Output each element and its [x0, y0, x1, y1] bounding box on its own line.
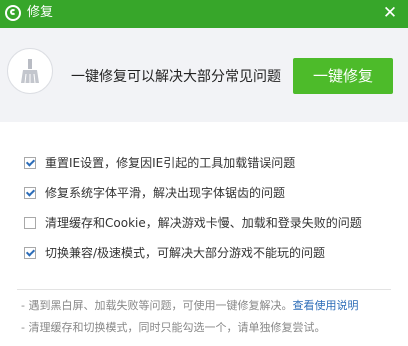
option-reset-ie[interactable]: 重置IE设置，修复因IE引起的工具加载错误问题 — [24, 148, 362, 178]
option-font-smoothing[interactable]: 修复系统字体平滑，解决出现字体锯齿的问题 — [24, 178, 362, 208]
one-click-fix-button[interactable]: 一键修复 — [293, 58, 393, 94]
header-description: 一键修复可以解决大部分常见问题 — [71, 69, 281, 85]
close-icon[interactable]: ✕ — [381, 4, 399, 22]
option-label: 重置IE设置，修复因IE引起的工具加载错误问题 — [45, 156, 296, 170]
checkbox-font-smoothing[interactable] — [24, 187, 36, 199]
option-clear-cache[interactable]: 清理缓存和Cookie，解决游戏卡慢、加载和登录失败的问题 — [24, 208, 362, 238]
title-bar: 修复 ✕ — [0, 0, 408, 28]
option-label: 修复系统字体平滑，解决出现字体锯齿的问题 — [45, 186, 286, 200]
note-text: - 遇到黑白屏、加载失败等问题，可使用一键修复解决。 — [21, 299, 293, 312]
note-line-2: - 清理缓存和切换模式，同时只能勾选一个，请单独修复尝试。 — [21, 321, 326, 334]
divider — [17, 289, 391, 290]
window-title: 修复 — [27, 5, 54, 20]
note-line-1: - 遇到黑白屏、加载失败等问题，可使用一键修复解决。查看使用说明 — [21, 299, 358, 313]
header-panel: 一键修复可以解决大部分常见问题 一键修复 — [0, 28, 408, 122]
checkbox-clear-cache[interactable] — [24, 217, 36, 229]
broom-icon — [7, 48, 53, 94]
option-label: 切换兼容/极速模式，可解决大部分游戏不能玩的问题 — [45, 246, 326, 260]
option-switch-mode[interactable]: 切换兼容/极速模式，可解决大部分游戏不能玩的问题 — [24, 238, 362, 268]
repair-options-list: 重置IE设置，修复因IE引起的工具加载错误问题 修复系统字体平滑，解决出现字体锯… — [24, 148, 362, 268]
option-label: 清理缓存和Cookie，解决游戏卡慢、加载和登录失败的问题 — [45, 216, 362, 230]
app-logo-icon — [5, 5, 21, 21]
help-link[interactable]: 查看使用说明 — [292, 299, 358, 312]
checkbox-switch-mode[interactable] — [24, 247, 36, 259]
checkbox-reset-ie[interactable] — [24, 157, 36, 169]
